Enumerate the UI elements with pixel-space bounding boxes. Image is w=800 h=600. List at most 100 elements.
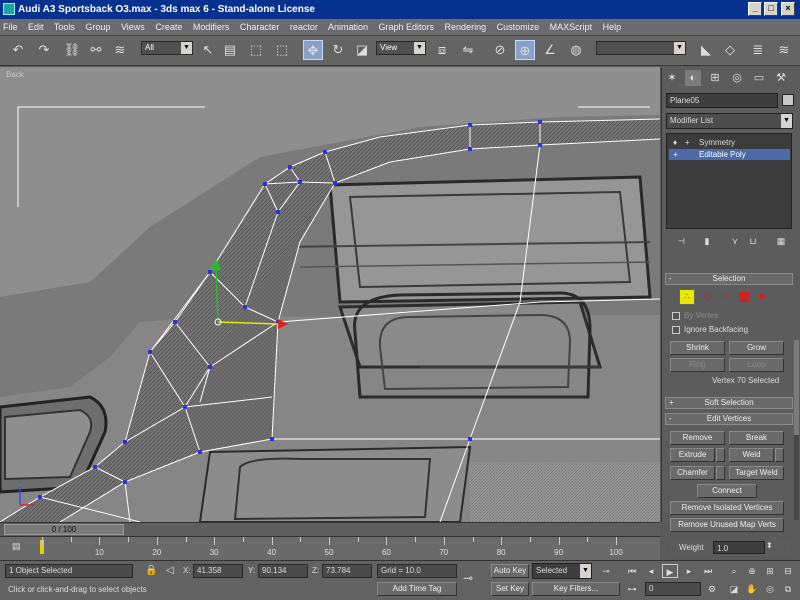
menu-graph-editors[interactable]: Graph Editors (379, 22, 435, 32)
set-key-icon[interactable]: ⊸ (598, 564, 614, 578)
menu-file[interactable]: File (3, 22, 18, 32)
zoom-icon[interactable]: ⌕ (726, 564, 742, 578)
create-tab-icon[interactable]: ✶ (664, 70, 680, 86)
edit-vertices-rollout-header[interactable]: - Edit Vertices (665, 413, 793, 425)
lock-selection-icon[interactable]: 🔒 (145, 565, 157, 576)
angle-snap-icon[interactable]: ∠ (540, 40, 560, 60)
grow-button[interactable]: Grow (729, 341, 784, 355)
menu-character[interactable]: Character (240, 22, 280, 32)
lightbulb-icon[interactable]: ♦ (673, 137, 677, 148)
bind-space-warp-icon[interactable]: ≋ (110, 40, 130, 60)
time-configuration-icon[interactable]: ⚙ (704, 582, 720, 596)
key-mode-dropdown[interactable]: Selected ▼ (532, 563, 592, 579)
viewport-label[interactable]: Back (6, 70, 24, 79)
utilities-tab-icon[interactable]: ⚒ (773, 70, 789, 86)
break-button[interactable]: Break (729, 431, 784, 445)
menu-edit[interactable]: Edit (28, 22, 44, 32)
shrink-button[interactable]: Shrink (670, 341, 725, 355)
modifier-list-dropdown[interactable]: Modifier List ▼ (666, 113, 793, 129)
arc-rotate-icon[interactable]: ◎ (762, 582, 778, 596)
minimize-button[interactable]: _ (748, 2, 762, 16)
extrude-button[interactable]: Extrude (670, 448, 715, 462)
curve-editor-icon[interactable]: ≋ (774, 40, 794, 60)
connect-button[interactable]: Connect (697, 484, 757, 498)
y-coordinate-field[interactable]: 90.134 (258, 564, 308, 578)
menu-group[interactable]: Group (85, 22, 110, 32)
goto-start-icon[interactable]: ⏮ (624, 564, 640, 578)
close-button[interactable]: × (781, 2, 795, 16)
z-coordinate-field[interactable]: 73.784 (322, 564, 372, 578)
redo-icon[interactable]: ↷ (34, 40, 54, 60)
add-time-tag-button[interactable]: Add Time Tag (377, 582, 457, 596)
named-selection-dropdown[interactable]: ▼ (596, 41, 686, 55)
remove-button[interactable]: Remove (670, 431, 725, 445)
key-mode-toggle-icon[interactable]: ⊶ (624, 582, 640, 596)
menu-create[interactable]: Create (155, 22, 182, 32)
menu-animation[interactable]: Animation (328, 22, 368, 32)
soft-selection-rollout-header[interactable]: + Soft Selection (665, 397, 793, 409)
play-icon[interactable]: ▶ (662, 564, 678, 578)
field-of-view-icon[interactable]: ◪ (726, 582, 742, 596)
selection-filter-dropdown[interactable]: All ▼ (141, 41, 193, 55)
chamfer-settings-button[interactable] (716, 466, 725, 480)
track-bar-menu-icon[interactable]: ▤ (12, 541, 21, 552)
select-manipulate-icon[interactable]: ⊘ (490, 40, 510, 60)
next-frame-icon[interactable]: ▸ (681, 564, 697, 578)
scrollbar-thumb[interactable] (794, 340, 799, 435)
weld-button[interactable]: Weld (729, 448, 774, 462)
scale-icon[interactable]: ◪ (352, 40, 372, 60)
undo-icon[interactable]: ↶ (8, 40, 28, 60)
menu-help[interactable]: Help (603, 22, 622, 32)
remove-modifier-icon[interactable]: ⊔ (746, 236, 760, 250)
key-icon[interactable]: ⊸ (463, 571, 473, 585)
absolute-mode-icon[interactable]: ◁ (166, 565, 174, 576)
target-weld-button[interactable]: Target Weld (729, 466, 784, 480)
polygon-mode-icon[interactable] (739, 292, 749, 302)
menu-maxscript[interactable]: MAXScript (550, 22, 593, 32)
menu-modifiers[interactable]: Modifiers (193, 22, 230, 32)
menu-customize[interactable]: Customize (497, 22, 540, 32)
menu-tools[interactable]: Tools (54, 22, 75, 32)
viewport-canvas[interactable] (0, 67, 660, 522)
remove-unused-map-verts-button[interactable]: Remove Unused Map Verts (670, 518, 784, 532)
pan-icon[interactable]: ✋ (744, 582, 760, 596)
move-icon[interactable]: ✥ (303, 40, 323, 60)
zoom-extents-icon[interactable]: ⊞ (762, 564, 778, 578)
zoom-extents-all-icon[interactable]: ⊟ (780, 564, 796, 578)
rotate-icon[interactable]: ↻ (328, 40, 348, 60)
loop-button[interactable]: Loop (729, 358, 784, 372)
chamfer-button[interactable]: Chamfer (670, 466, 715, 480)
x-coordinate-field[interactable]: 41.358 (193, 564, 243, 578)
edge-mode-icon[interactable]: ◇ (702, 291, 714, 303)
extrude-settings-button[interactable] (716, 448, 725, 462)
menu-views[interactable]: Views (121, 22, 145, 32)
current-frame-field[interactable]: 0 (645, 582, 701, 596)
command-panel-scrollbar[interactable] (794, 340, 799, 520)
maximize-button[interactable]: □ (764, 2, 778, 16)
maximize-viewport-icon[interactable]: ⧉ (780, 582, 796, 596)
weld-settings-button[interactable] (775, 448, 784, 462)
make-unique-icon[interactable]: ⋎ (728, 236, 742, 250)
selection-rollout-header[interactable]: - Selection (665, 273, 793, 285)
goto-end-icon[interactable]: ⏭ (700, 564, 716, 578)
layer-manager-icon[interactable]: ≣ (748, 40, 768, 60)
key-filters-button[interactable]: Key Filters... (532, 582, 620, 596)
menu-reactor[interactable]: reactor (290, 22, 318, 32)
unlink-icon[interactable]: ⚯ (86, 40, 106, 60)
link-icon[interactable]: ⛓ (62, 40, 82, 60)
snap-toggle-icon[interactable]: ⊕ (515, 40, 535, 60)
track-bar[interactable]: ▤ 10 20 30 40 50 60 70 80 90 100 (0, 536, 660, 560)
mirror-icon[interactable]: ⇋ (458, 40, 478, 60)
pin-stack-icon[interactable]: ⊣ (674, 236, 688, 250)
remove-isolated-vertices-button[interactable]: Remove Isolated Vertices (670, 501, 784, 515)
time-slider[interactable]: 0 / 100 (4, 524, 124, 535)
rectangular-selection-icon[interactable]: ⬚ (246, 40, 266, 60)
object-color-swatch[interactable] (782, 94, 794, 106)
menu-rendering[interactable]: Rendering (445, 22, 487, 32)
expand-plus-icon[interactable]: + (673, 149, 678, 160)
select-and-move-icon[interactable]: ⬚ (272, 40, 292, 60)
pivot-center-icon[interactable]: ⧈ (432, 40, 452, 60)
auto-key-button[interactable]: Auto Key (491, 564, 529, 578)
ring-button[interactable]: Ring (670, 358, 725, 372)
align-icon[interactable]: ◇ (720, 40, 740, 60)
